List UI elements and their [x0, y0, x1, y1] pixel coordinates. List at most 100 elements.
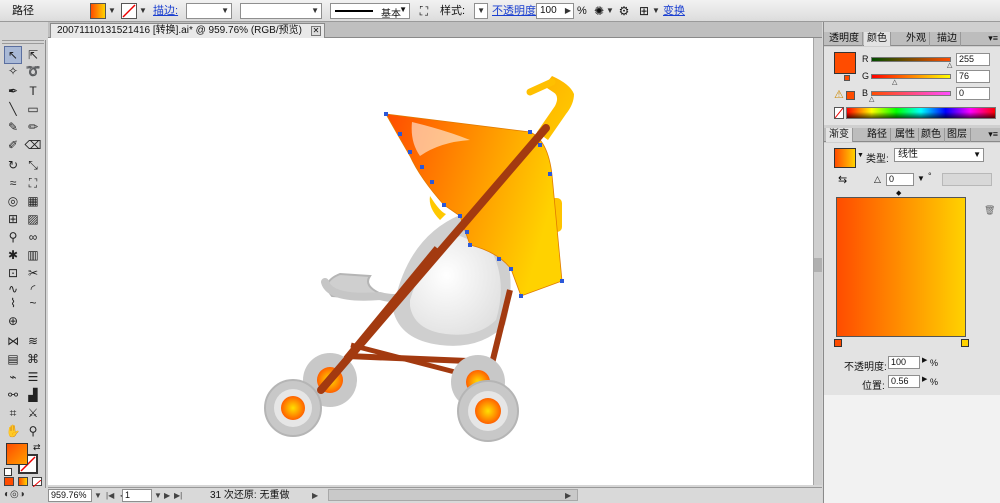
knife-tool-icon[interactable]: ⚔ — [24, 404, 42, 422]
symbol-sprayer-tool-icon[interactable]: ✱ — [4, 246, 22, 264]
color-stroke-swatch[interactable] — [844, 75, 850, 81]
stroke-swatch[interactable] — [121, 3, 137, 19]
scale-tool-icon[interactable]: ⤡ — [24, 156, 42, 174]
tab-gradient[interactable]: 渐变 — [826, 128, 853, 142]
tab-attributes[interactable]: 属性 — [892, 128, 919, 142]
hand-tool-icon[interactable]: ✋ — [4, 422, 22, 440]
channel-r-caret[interactable]: △ — [947, 62, 954, 69]
lasso-tool-icon[interactable]: ➰ — [24, 62, 42, 80]
width-tool-icon[interactable]: ⋈ — [4, 332, 22, 350]
rotate-tool-icon[interactable]: ↻ — [4, 156, 22, 174]
channel-b-caret[interactable]: △ — [869, 96, 876, 103]
grid-tool-icon[interactable]: ▤ — [4, 350, 22, 368]
align-dropdown-icon[interactable]: ▼ — [652, 3, 660, 19]
gradient-stop-end[interactable] — [961, 339, 969, 347]
gradient-preview-swatch[interactable] — [834, 148, 856, 168]
close-icon[interactable]: ✕ — [310, 26, 321, 36]
color-mode-icon[interactable] — [4, 477, 14, 486]
crosshair-tool-icon[interactable]: ⊕ — [4, 312, 22, 330]
zoom-field[interactable]: 959.76% — [48, 489, 92, 502]
pencil-tool-icon[interactable]: ✏ — [24, 118, 42, 136]
default-colors-icon[interactable] — [4, 468, 12, 476]
screen-mode-icon[interactable]: ◐◎◑ — [4, 489, 44, 501]
recolor-dropdown-icon[interactable]: ▼ — [606, 3, 614, 19]
artboard-canvas[interactable] — [48, 38, 813, 485]
path-eraser-tool-icon[interactable]: ~ — [24, 294, 42, 312]
none-mode-icon[interactable] — [32, 477, 42, 488]
document-setup-icon[interactable]: ⛶ — [416, 3, 432, 19]
document-tab[interactable]: 20071110131521416 [转换].ai* @ 959.76% (RG… — [50, 23, 325, 38]
bar-chart-tool-icon[interactable]: ▟ — [24, 386, 42, 404]
tab-color[interactable]: 颜色 — [864, 32, 891, 46]
stop-opacity-field[interactable]: 100 — [888, 356, 920, 369]
panel-menu-icon[interactable]: ▾≡ — [988, 32, 998, 45]
status-menu-icon[interactable]: ▶ — [312, 489, 318, 502]
channel-g-caret[interactable]: △ — [892, 79, 899, 86]
gradient-tool-icon[interactable]: ▨ — [24, 210, 42, 228]
magic-wand-tool-icon[interactable]: ✧ — [4, 62, 22, 80]
gradient-ramp[interactable] — [836, 197, 966, 337]
panel-grip[interactable] — [2, 40, 44, 44]
mesh-tool-icon[interactable]: ⊞ — [4, 210, 22, 228]
opacity-label[interactable]: 不透明度: — [492, 3, 539, 19]
swap-colors-icon[interactable]: ⇄ — [33, 442, 41, 453]
type-tool-icon[interactable]: T — [24, 82, 42, 100]
scroll-right-icon[interactable]: ▶ — [565, 489, 571, 502]
panel-menu-icon[interactable]: ▾≡ — [988, 128, 998, 141]
stop-location-field[interactable]: 0.56 — [888, 375, 920, 388]
scribble-tool-icon[interactable]: ⌁ — [4, 368, 22, 386]
zoom-dropdown-icon[interactable]: ▼ — [94, 489, 102, 502]
rectangle-tool-icon[interactable]: ▭ — [24, 100, 42, 118]
crop-tool-icon[interactable]: ⌗ — [4, 404, 22, 422]
eraser-tool-icon[interactable]: ⌫ — [24, 136, 42, 154]
smooth-tool-icon[interactable]: ⌇ — [4, 294, 22, 312]
gradient-stop-start[interactable] — [834, 339, 842, 347]
fill-dropdown-icon[interactable]: ▼ — [108, 3, 116, 19]
none-color-icon[interactable] — [834, 107, 844, 119]
channel-r-field[interactable]: 255 — [956, 53, 990, 66]
list-tool-icon[interactable]: ☰ — [24, 368, 42, 386]
midpoint-diamond-icon[interactable]: ◆ — [896, 189, 901, 197]
fill-swatch[interactable] — [90, 3, 106, 19]
out-of-gamut-warning-icon[interactable]: ⚠ — [834, 88, 844, 101]
tab-swatches[interactable]: 颜色 — [918, 128, 945, 142]
color-fill-swatch[interactable] — [834, 52, 856, 74]
gradient-type-select[interactable]: 线性 ▼ — [894, 148, 984, 162]
zoom-tool-icon[interactable]: ⚲ — [24, 422, 42, 440]
blend-tool-icon[interactable]: ∞ — [24, 228, 42, 246]
gradient-mode-icon[interactable] — [18, 477, 28, 486]
transform-link[interactable]: 变换 — [663, 3, 685, 19]
pen-tool-icon[interactable]: ✒ — [4, 82, 22, 100]
stroke-dropdown-icon[interactable]: ▼ — [139, 3, 147, 19]
tab-transparency[interactable]: 透明度 — [826, 32, 863, 46]
channel-g-slider[interactable] — [871, 74, 951, 79]
recolor-artwork-icon[interactable]: ✺ — [591, 3, 607, 19]
stroke-weight-field[interactable]: ▼ — [186, 3, 232, 19]
pucker-tool-icon[interactable]: ⌘ — [24, 350, 42, 368]
eyedropper-tool-icon[interactable]: ⚲ — [4, 228, 22, 246]
artboard-number-field[interactable]: 1 — [122, 489, 152, 502]
line-tool-icon[interactable]: ╲ — [4, 100, 22, 118]
channel-b-field[interactable]: 0 — [956, 87, 990, 100]
channel-r-slider[interactable] — [871, 57, 951, 62]
warp-tool-icon[interactable]: ≈ — [4, 174, 22, 192]
align-icon[interactable]: ⊞ — [636, 3, 652, 19]
wave-tool-icon[interactable]: ≋ — [24, 332, 42, 350]
angle-field[interactable]: 0 — [886, 173, 914, 186]
perspective-grid-tool-icon[interactable]: ▦ — [24, 192, 42, 210]
gradient-preset-dropdown-icon[interactable]: ▼ — [857, 152, 864, 159]
gamut-color-swatch[interactable] — [846, 91, 855, 100]
channel-g-field[interactable]: 76 — [956, 70, 990, 83]
scroll-thumb[interactable] — [814, 258, 822, 272]
opacity-field[interactable]: 100 ▶ — [536, 3, 574, 19]
column-graph-tool-icon[interactable]: ▥ — [24, 246, 42, 264]
vertical-scrollbar[interactable] — [813, 38, 822, 485]
channel-b-slider[interactable] — [871, 91, 951, 96]
artboard-dropdown-icon[interactable]: ▼ — [154, 489, 162, 502]
blob-brush-tool-icon[interactable]: ✐ — [4, 136, 22, 154]
first-artboard-icon[interactable]: |◀ — [106, 489, 114, 502]
paintbrush-tool-icon[interactable]: ✎ — [4, 118, 22, 136]
tab-pathfinder[interactable]: 路径 — [864, 128, 891, 142]
free-transform-tool-icon[interactable]: ⛶ — [24, 174, 42, 192]
gear-icon[interactable]: ⚙ — [616, 3, 632, 19]
